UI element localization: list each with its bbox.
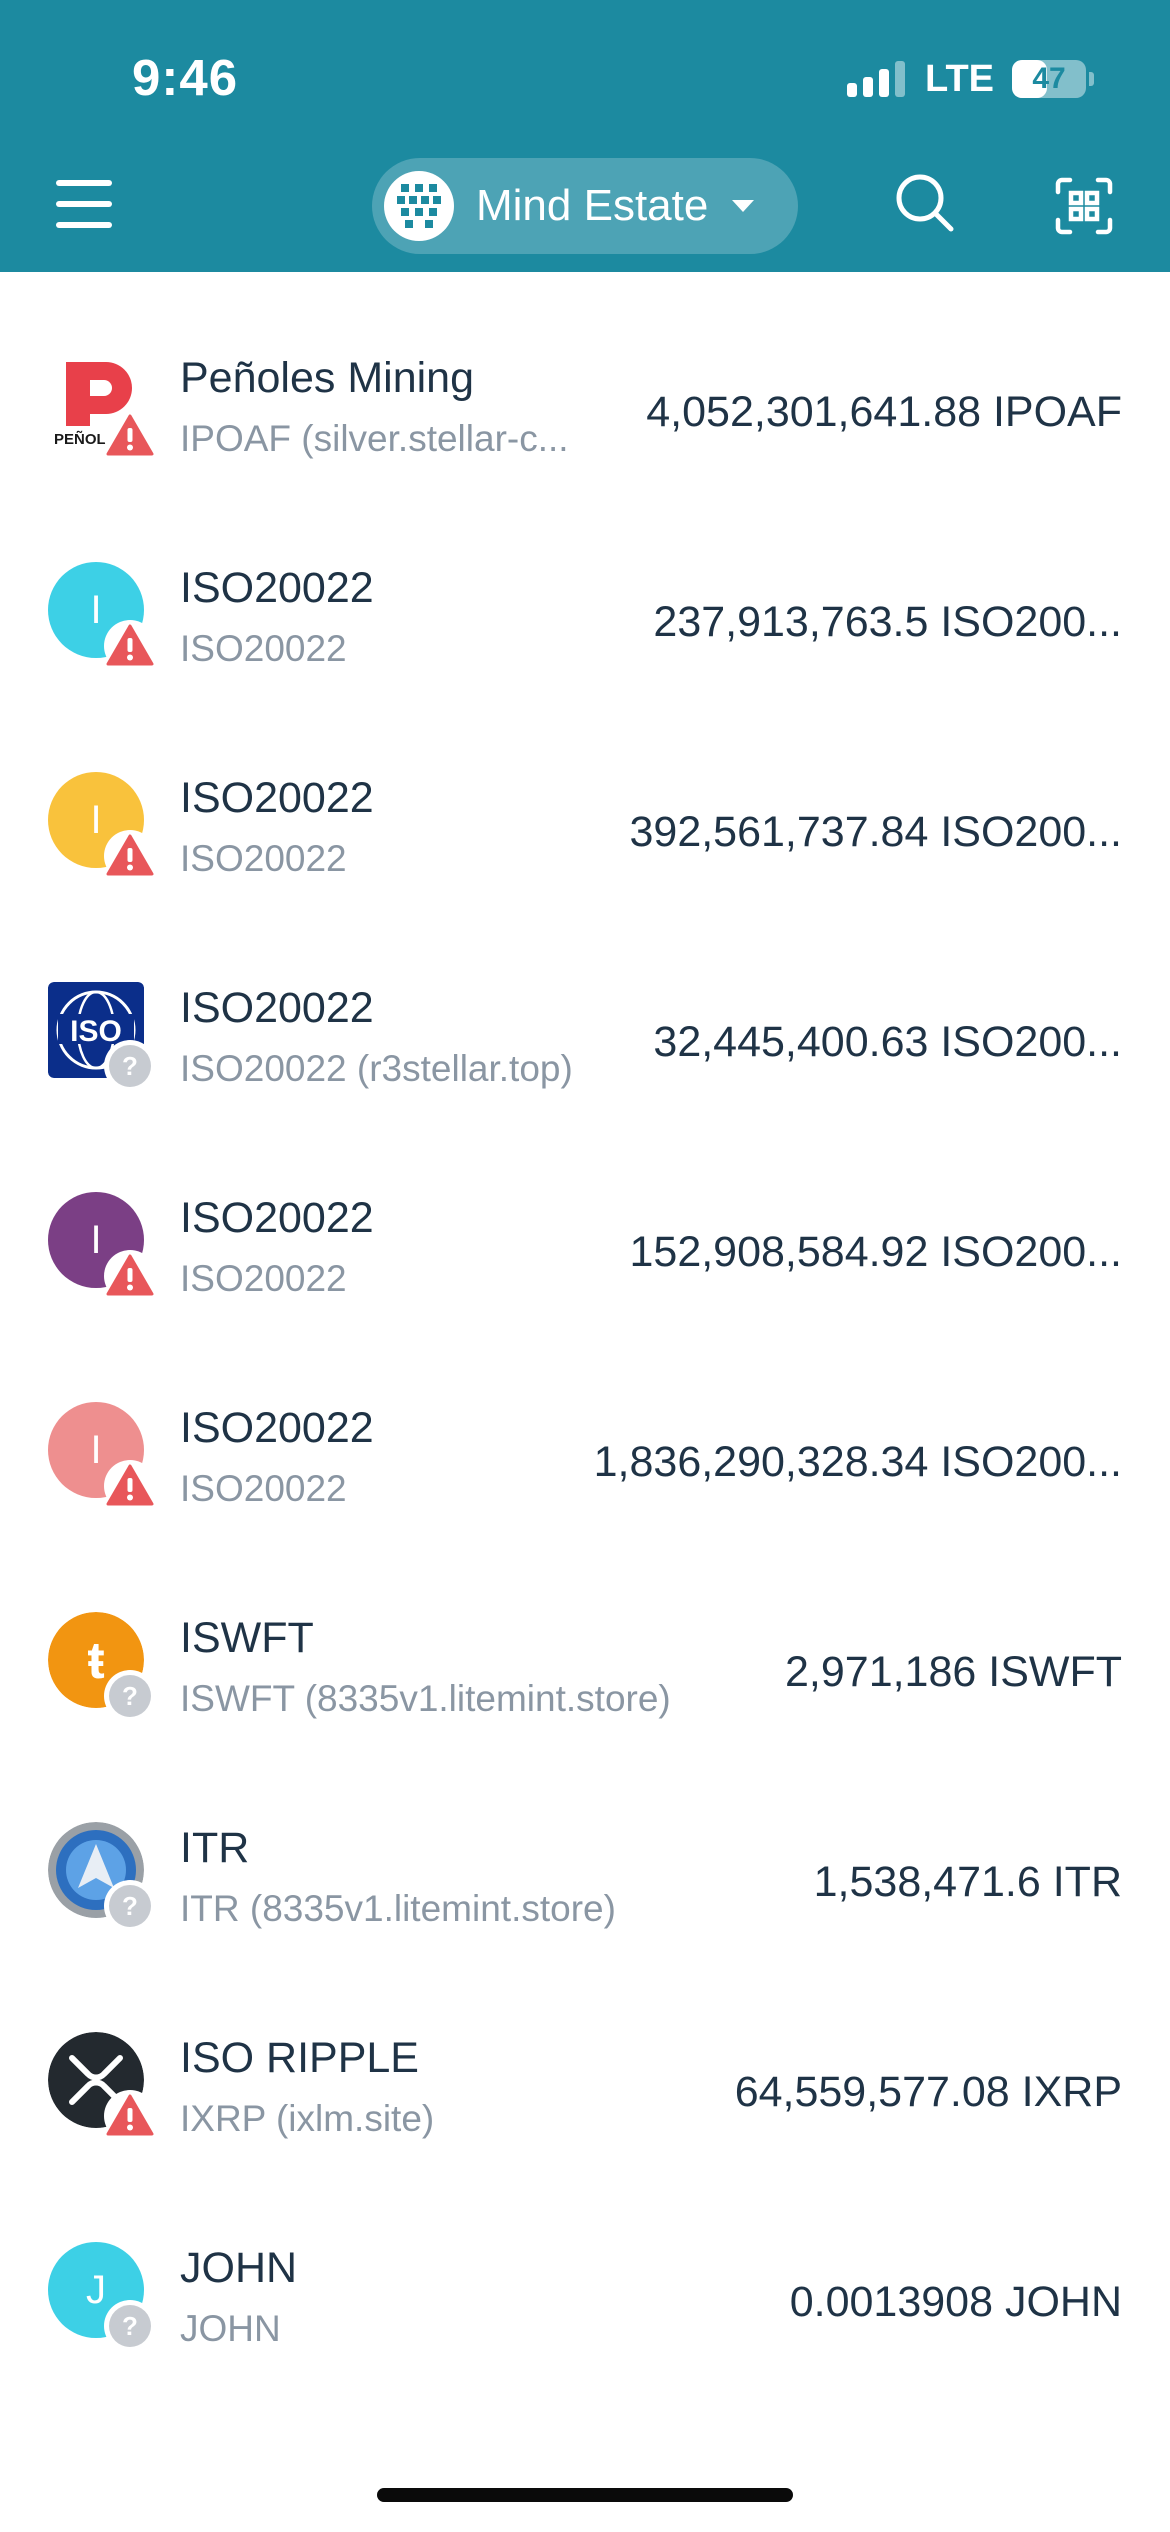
unknown-badge-icon: ? (104, 1670, 156, 1722)
warning-badge-icon (104, 1250, 156, 1302)
asset-name: ISWFT (180, 1614, 314, 1662)
asset-balance: 32,445,400.63 ISO200... (653, 1018, 1122, 1066)
svg-text:?: ? (122, 1051, 138, 1081)
account-avatar-icon (384, 171, 454, 241)
asset-row[interactable]: PEÑOL Peñoles Mining IPOAF (silver.stell… (0, 306, 1170, 516)
asset-balance: 392,561,737.84 ISO200... (629, 808, 1122, 856)
network-type: LTE (925, 57, 994, 100)
asset-row[interactable]: I ISO20022 ISO20022 392,561,737.84 ISO20… (0, 726, 1170, 936)
asset-issuer: ISWFT (8335v1.litemint.store) (180, 1678, 671, 1719)
unknown-badge-icon: ? (104, 1880, 156, 1932)
asset-balance: 2,971,186 ISWFT (785, 1648, 1122, 1696)
battery-icon: 47 (1012, 60, 1086, 98)
asset-issuer: IXRP (ixlm.site) (180, 2098, 435, 2139)
asset-name: Peñoles Mining (180, 354, 475, 402)
asset-name: ISO20022 (180, 564, 374, 612)
asset-issuer: ITR (8335v1.litemint.store) (180, 1888, 616, 1929)
warning-badge-icon (104, 410, 156, 462)
asset-issuer: ISO20022 (180, 628, 347, 669)
warning-badge-icon (104, 2090, 156, 2142)
asset-balance: 64,559,577.08 IXRP (734, 2068, 1122, 2116)
asset-issuer: ISO20022 (180, 1258, 347, 1299)
hamburger-menu-icon[interactable] (56, 180, 112, 228)
warning-badge-icon (104, 830, 156, 882)
search-icon[interactable] (892, 170, 956, 234)
qr-scan-icon[interactable] (1054, 176, 1114, 236)
account-switcher[interactable]: Mind Estate (372, 158, 798, 254)
status-indicators: LTE 47 (847, 54, 1094, 104)
asset-row[interactable]: ŧ ? ISWFT ISWFT (8335v1.litemint.store) … (0, 1566, 1170, 1776)
svg-text:PEÑOL: PEÑOL (54, 430, 106, 448)
svg-text:?: ? (122, 2311, 138, 2341)
asset-row[interactable]: I ISO20022 ISO20022 1,836,290,328.34 ISO… (0, 1356, 1170, 1566)
warning-badge-icon (104, 1460, 156, 1512)
battery-percent: 47 (1032, 62, 1066, 95)
asset-name: ISO20022 (180, 774, 374, 822)
svg-text:ŧ: ŧ (87, 1632, 104, 1690)
asset-balance: 1,538,471.6 ITR (813, 1858, 1122, 1906)
asset-issuer: ISO20022 (180, 1468, 347, 1509)
asset-name: JOHN (180, 2244, 298, 2292)
asset-issuer: ISO20022 (r3stellar.top) (180, 1048, 573, 1089)
account-name: Mind Estate (476, 181, 709, 230)
svg-text:?: ? (122, 1891, 138, 1921)
asset-row[interactable]: ? ITR ITR (8335v1.litemint.store) 1,538,… (0, 1776, 1170, 1986)
asset-balance: 152,908,584.92 ISO200... (629, 1228, 1122, 1276)
svg-text:?: ? (122, 1681, 138, 1711)
unknown-badge-icon: ? (104, 2300, 156, 2352)
asset-issuer: ISO20022 (180, 838, 347, 879)
asset-name: ISO20022 (180, 1194, 374, 1242)
chevron-down-icon (732, 200, 755, 212)
asset-name: ISO20022 (180, 1404, 374, 1452)
status-time: 9:46 (132, 49, 239, 106)
asset-name: ITR (180, 1824, 250, 1872)
asset-balance: 0.0013908 JOHN (789, 2278, 1122, 2326)
asset-issuer: JOHN (180, 2308, 281, 2349)
asset-row[interactable]: I ISO20022 ISO20022 237,913,763.5 ISO200… (0, 516, 1170, 726)
asset-balance: 1,836,290,328.34 ISO200... (593, 1438, 1122, 1486)
asset-row[interactable]: J ? JOHN JOHN 0.0013908 JOHN (0, 2196, 1170, 2406)
asset-row[interactable]: ISO ? ISO20022 ISO20022 (r3stellar.top) … (0, 936, 1170, 1146)
asset-balance: 4,052,301,641.88 IPOAF (646, 388, 1122, 436)
asset-name: ISO RIPPLE (180, 2034, 419, 2082)
home-indicator[interactable] (377, 2488, 793, 2502)
asset-row[interactable]: I ISO20022 ISO20022 152,908,584.92 ISO20… (0, 1146, 1170, 1356)
app-header: 9:46 LTE 47 Mind Estate (0, 0, 1170, 272)
asset-balance: 237,913,763.5 ISO200... (653, 598, 1122, 646)
warning-badge-icon (104, 620, 156, 672)
cell-signal-icon (847, 61, 906, 97)
asset-row[interactable]: ISO RIPPLE IXRP (ixlm.site) 64,559,577.0… (0, 1986, 1170, 2196)
asset-issuer: IPOAF (silver.stellar-c... (180, 418, 569, 459)
asset-name: ISO20022 (180, 984, 374, 1032)
battery-cap (1089, 72, 1094, 86)
unknown-badge-icon: ? (104, 1040, 156, 1092)
